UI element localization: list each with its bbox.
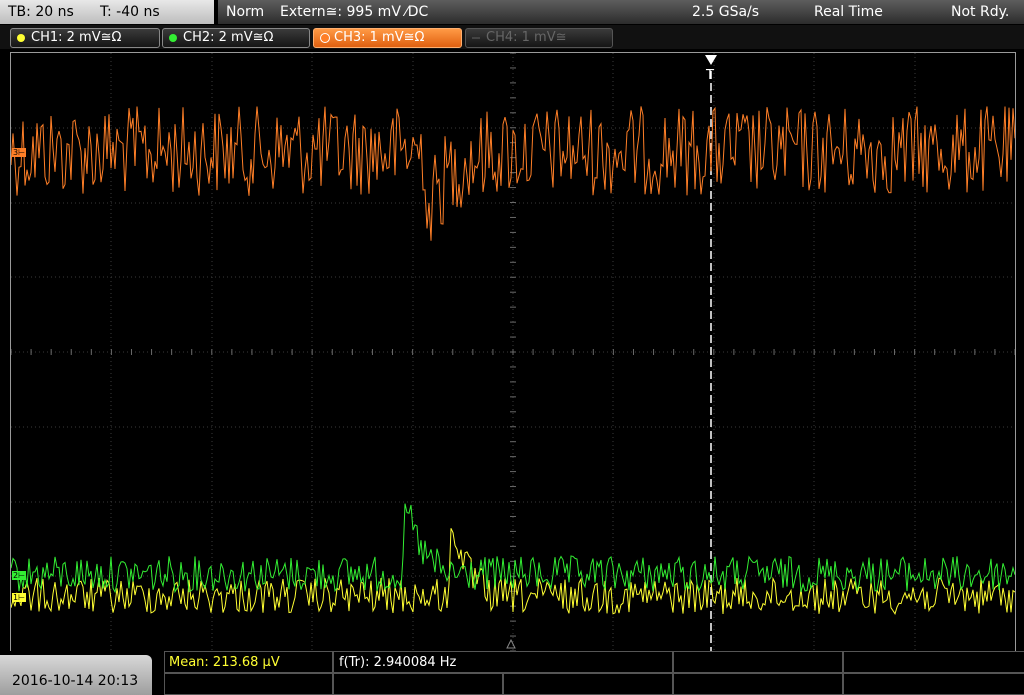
channel-2-label: CH2: 2 mV≅Ω (183, 30, 274, 45)
acquisition-panel[interactable]: Norm Extern≅: 995 mV ⁄DC 2.5 GSa/s Real … (218, 0, 1024, 24)
channel-dot-icon (169, 34, 177, 42)
channel-1-button[interactable]: CH1: 2 mV≅Ω (10, 28, 160, 48)
measurement-table[interactable]: Mean: 213.68 µV f(Tr): 2.940084 Hz (164, 651, 1024, 695)
measurement-cell[interactable] (672, 651, 844, 673)
trigger-status: Not Rdy. (951, 4, 1010, 20)
trigger-position-icon (506, 638, 516, 649)
channel-3-offset-marker[interactable]: 3⊢ (12, 148, 27, 157)
measurement-cell[interactable]: f(Tr): 2.940084 Hz (332, 651, 674, 673)
measurement-cell[interactable] (842, 651, 1024, 673)
channel-1-offset-marker[interactable]: 1⊢ (12, 593, 27, 602)
date-time: 2016-10-14 20:13 (12, 673, 139, 689)
measurement-cell[interactable] (164, 673, 334, 695)
channel-dot-icon (472, 37, 480, 39)
channel-3-button[interactable]: CH3: 1 mV≅Ω (313, 28, 462, 48)
timebase-label: TB: 20 ns (8, 4, 74, 20)
measurement-cell[interactable] (332, 673, 504, 695)
measurement-cell[interactable] (842, 673, 1024, 695)
channel-4-button[interactable]: CH4: 1 mV≅ (465, 28, 613, 48)
measurement-bar: 2016-10-14 20:13 Mean: 213.68 µV f(Tr): … (0, 651, 1024, 695)
waveform-display[interactable]: T 3⊢ 2⊢ 1⊢ (10, 52, 1016, 652)
trigger-arrow-icon[interactable] (705, 55, 717, 65)
channel-4-label: CH4: 1 mV≅ (486, 30, 567, 45)
measurement-cell[interactable] (502, 673, 674, 695)
trigger-marker-label: T (705, 68, 714, 83)
measurement-cell[interactable] (672, 673, 844, 695)
waveform-area[interactable]: T (11, 53, 1015, 651)
sample-rate: 2.5 GSa/s (692, 4, 760, 20)
channel-2-button[interactable]: CH2: 2 mV≅Ω (162, 28, 310, 48)
trigger-mode: Norm (226, 4, 265, 20)
channel-bar: CH1: 2 mV≅Ω CH2: 2 mV≅Ω CH3: 1 mV≅Ω CH4:… (0, 25, 1024, 49)
timebase-panel[interactable]: TB: 20 ns T: -40 ns (0, 0, 214, 24)
mean-measurement: Mean: 213.68 µV (169, 655, 280, 670)
trigger-time-label: T: -40 ns (100, 4, 160, 20)
trigger-source: Extern≅: 995 mV ⁄DC (280, 4, 429, 20)
measurement-cell[interactable]: Mean: 213.68 µV (164, 651, 334, 673)
channel-dot-icon (17, 34, 25, 42)
channel-3-label: CH3: 1 mV≅Ω (334, 30, 425, 45)
frequency-measurement: f(Tr): 2.940084 Hz (339, 655, 457, 670)
date-panel: 2016-10-14 20:13 (0, 655, 152, 695)
channel-1-label: CH1: 2 mV≅Ω (31, 30, 122, 45)
channel-dot-icon (320, 33, 330, 43)
channel-2-offset-marker[interactable]: 2⊢ (12, 571, 27, 580)
acq-mode: Real Time (814, 4, 883, 20)
status-bar: TB: 20 ns T: -40 ns Norm Extern≅: 995 mV… (0, 0, 1024, 25)
